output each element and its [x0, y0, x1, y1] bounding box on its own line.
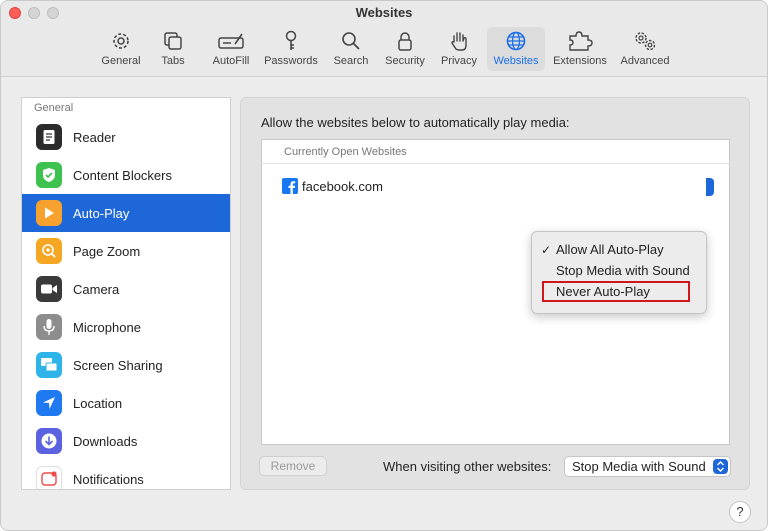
play-icon — [36, 200, 62, 226]
sidebar-item-label: Camera — [73, 281, 120, 297]
tab-general-label: General — [101, 55, 141, 67]
tab-privacy-label: Privacy — [440, 55, 478, 67]
content-blocker-icon — [36, 162, 62, 188]
pane-description: Allow the websites below to automaticall… — [261, 115, 570, 130]
lock-icon — [398, 32, 412, 51]
notifications-icon — [36, 466, 62, 489]
safari-preferences-window: Websites General Tabs AutoFill Passwords… — [0, 0, 768, 531]
auto-play-settings-pane: Allow the websites below to automaticall… — [240, 97, 750, 490]
menu-item-allow-all-auto-play[interactable]: ✓ Allow All Auto-Play — [532, 240, 706, 260]
menu-item-label: Allow All Auto-Play — [556, 242, 664, 257]
sidebar-item-auto-play[interactable]: Auto-Play — [22, 194, 230, 232]
tab-security[interactable]: Security — [380, 27, 430, 71]
highlight-annotation-box — [542, 281, 690, 302]
menu-item-label: Stop Media with Sound — [556, 263, 690, 278]
tab-advanced-label: Advanced — [620, 55, 670, 67]
sidebar-item-downloads[interactable]: Downloads — [22, 422, 230, 460]
tab-autofill[interactable]: AutoFill — [204, 27, 258, 71]
window-title: Websites — [355, 5, 413, 20]
website-name: facebook.com — [302, 178, 383, 194]
tabs-icon — [164, 32, 182, 50]
sidebar-item-label: Reader — [73, 129, 116, 145]
sidebar-item-microphone[interactable]: Microphone — [22, 308, 230, 346]
title-bar: Websites General Tabs AutoFill Passwords… — [1, 1, 767, 77]
select-stepper-icon — [713, 459, 728, 474]
sidebar-item-camera[interactable]: Camera — [22, 270, 230, 308]
autofill-icon — [218, 33, 244, 49]
sidebar-item-content-blockers[interactable]: Content Blockers — [22, 156, 230, 194]
hand-icon — [451, 32, 467, 51]
sidebar-item-reader[interactable]: Reader — [22, 118, 230, 156]
tab-general[interactable]: General — [96, 27, 146, 71]
tab-autofill-label: AutoFill — [212, 55, 250, 67]
list-header: Currently Open Websites — [262, 140, 729, 164]
search-icon — [342, 32, 360, 50]
tab-tabs-label: Tabs — [161, 55, 185, 67]
camera-icon — [36, 276, 62, 302]
website-row[interactable]: facebook.com — [282, 178, 383, 194]
sidebar-item-label: Microphone — [73, 319, 141, 335]
tab-passwords-label: Passwords — [264, 55, 318, 67]
sidebar-item-label: Page Zoom — [73, 243, 141, 259]
sidebar[interactable]: General Reader Content Blockers Auto-Pla… — [21, 97, 231, 490]
download-icon — [36, 428, 62, 454]
zoom-icon — [36, 238, 62, 264]
sidebar-item-label: Content Blockers — [73, 167, 172, 183]
site-setting-popup-button[interactable] — [706, 178, 714, 196]
tab-extensions[interactable]: Extensions — [551, 27, 609, 71]
sidebar-item-screen-sharing[interactable]: Screen Sharing — [22, 346, 230, 384]
sidebar-item-page-zoom[interactable]: Page Zoom — [22, 232, 230, 270]
puzzle-icon — [569, 31, 593, 51]
other-websites-select[interactable]: Stop Media with Sound — [564, 456, 731, 477]
sidebar-item-notifications[interactable]: Notifications — [22, 460, 230, 489]
menu-item-stop-media-with-sound[interactable]: Stop Media with Sound — [532, 261, 706, 281]
tab-advanced[interactable]: Advanced — [616, 27, 674, 71]
location-icon — [36, 390, 62, 416]
tab-passwords[interactable]: Passwords — [261, 27, 321, 71]
sidebar-item-label: Location — [73, 395, 123, 411]
reader-icon — [36, 124, 62, 150]
tab-search-label: Search — [333, 55, 369, 67]
tab-websites-label: Websites — [493, 55, 539, 67]
auto-play-options-menu[interactable]: ✓ Allow All Auto-Play Stop Media with So… — [531, 231, 707, 314]
help-button[interactable]: ? — [729, 501, 751, 523]
remove-button[interactable]: Remove — [259, 456, 327, 476]
sidebar-item-label: Notifications — [73, 471, 144, 487]
globe-icon — [506, 31, 526, 51]
other-websites-value: Stop Media with Sound — [572, 459, 706, 474]
sidebar-header: General — [34, 102, 74, 114]
checkmark-icon: ✓ — [541, 243, 552, 257]
microphone-icon — [36, 314, 62, 340]
sidebar-item-label: Screen Sharing — [73, 357, 163, 373]
gears-icon — [635, 32, 656, 51]
tab-websites[interactable]: Websites — [487, 27, 545, 71]
other-websites-label: When visiting other websites: — [383, 459, 552, 474]
tab-privacy[interactable]: Privacy — [436, 27, 482, 71]
sidebar-item-label: Downloads — [73, 433, 138, 449]
tab-extensions-label: Extensions — [553, 55, 607, 67]
sidebar-item-label: Auto-Play — [73, 205, 130, 221]
screen-sharing-icon — [36, 352, 62, 378]
gear-icon — [113, 33, 129, 49]
tab-tabs[interactable]: Tabs — [152, 27, 194, 71]
facebook-icon — [282, 178, 298, 194]
tab-security-label: Security — [385, 55, 425, 67]
key-icon — [285, 30, 297, 50]
tab-search[interactable]: Search — [329, 27, 373, 71]
sidebar-item-location[interactable]: Location — [22, 384, 230, 422]
